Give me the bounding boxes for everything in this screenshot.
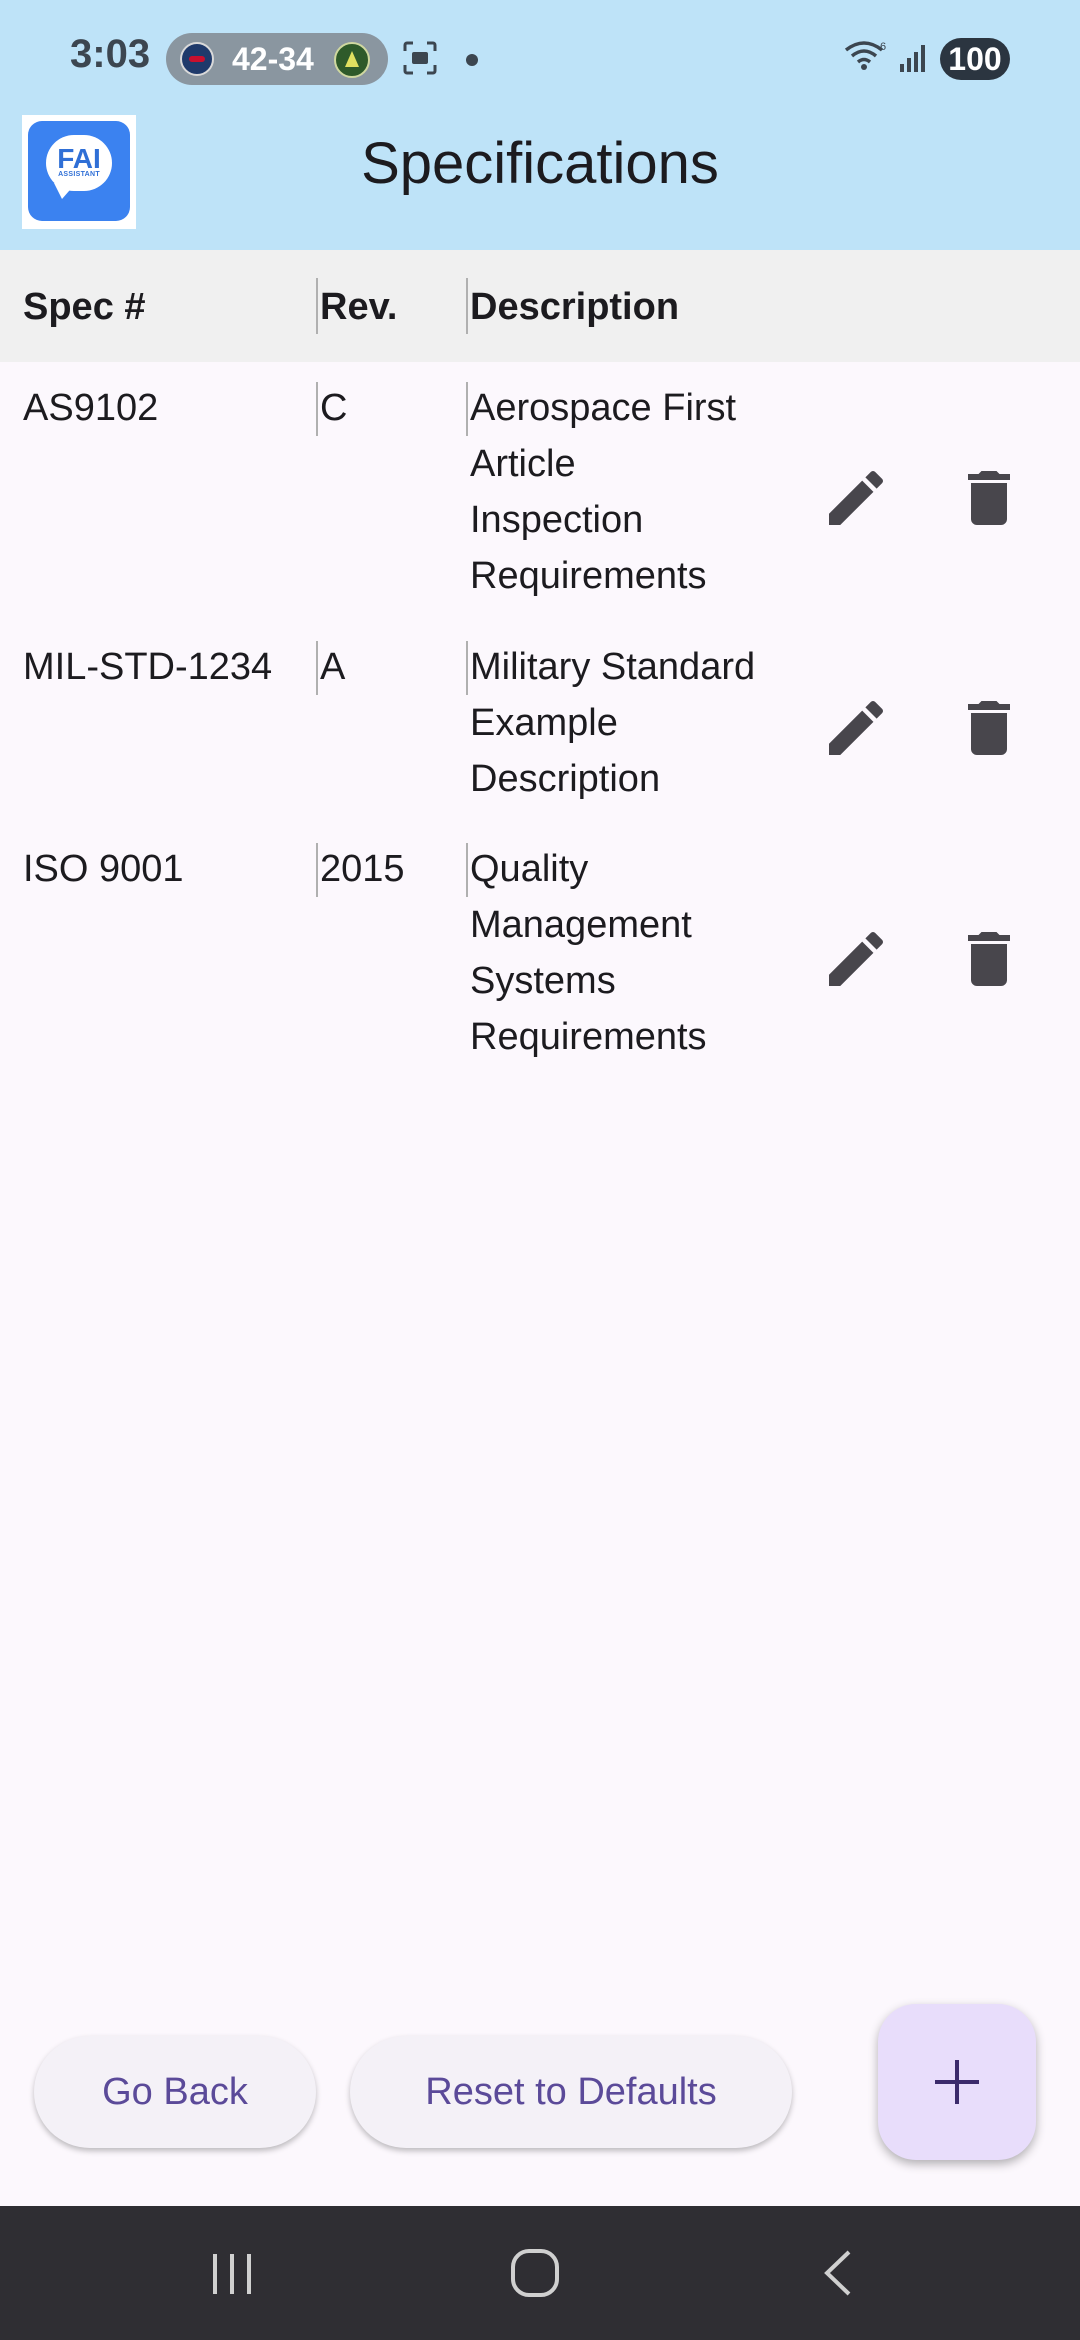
recent-apps-icon[interactable] [197,2240,267,2306]
spec-number: ISO 9001 [23,848,184,890]
table-row: AS9102 C Aerospace First Article Inspect… [0,380,1080,610]
column-divider [466,278,468,334]
battery-indicator: 100 [940,38,1010,80]
column-divider [466,843,468,897]
home-icon[interactable] [500,2240,570,2306]
column-divider [466,641,468,695]
delete-button[interactable] [953,462,1025,534]
revision: 2015 [320,848,405,890]
notification-dot-icon [466,54,478,66]
table-row: MIL-STD-1234 A Military Standard Example… [0,639,1080,819]
pencil-icon [829,470,884,525]
system-navigation-bar [0,2206,1080,2340]
column-divider [316,843,318,897]
edit-button[interactable] [820,923,892,995]
trash-icon [968,471,1010,525]
edit-button[interactable] [820,462,892,534]
score-text: 42-34 [232,41,314,77]
wifi-icon: 6 [844,41,886,70]
column-divider [316,278,318,334]
back-icon[interactable] [803,2240,873,2306]
svg-text:6: 6 [880,41,886,53]
column-divider [316,382,318,436]
go-back-button[interactable]: Go Back [34,2036,316,2148]
team-logo-icon [180,42,214,76]
team-logo-icon [334,42,370,78]
status-time: 3:03 [70,32,151,76]
description: Military Standard Example Description [470,646,756,800]
column-header-spec[interactable]: Spec # [23,286,146,329]
page-title: Specifications [361,131,719,196]
table-header: Spec # Rev. Description [0,250,1080,362]
delete-button[interactable] [953,692,1025,764]
description: Quality Management Systems Requirements [470,848,707,1058]
signal-icon [900,45,925,72]
pencil-icon [829,931,884,986]
trash-icon [968,932,1010,986]
column-header-rev[interactable]: Rev. [320,286,397,329]
status-bar: 3:03 42-34 6 100 [0,0,1080,120]
live-score-pill[interactable]: 42-34 [166,33,388,85]
screenshot-icon [403,41,437,75]
revision: C [320,387,348,429]
column-header-description[interactable]: Description [470,286,679,329]
spec-number: MIL-STD-1234 [23,646,273,688]
column-divider [316,641,318,695]
spec-number: AS9102 [23,387,159,429]
description: Aerospace First Article Inspection Requi… [470,387,737,597]
reset-to-defaults-button[interactable]: Reset to Defaults [350,2036,792,2148]
column-divider [466,382,468,436]
table-row: ISO 9001 2015 Quality Management Systems… [0,841,1080,1071]
trash-icon [968,701,1010,755]
revision: A [320,646,346,688]
plus-icon [935,2060,979,2104]
pencil-icon [829,700,884,755]
edit-button[interactable] [820,692,892,764]
delete-button[interactable] [953,923,1025,995]
add-spec-button[interactable] [878,2004,1036,2160]
